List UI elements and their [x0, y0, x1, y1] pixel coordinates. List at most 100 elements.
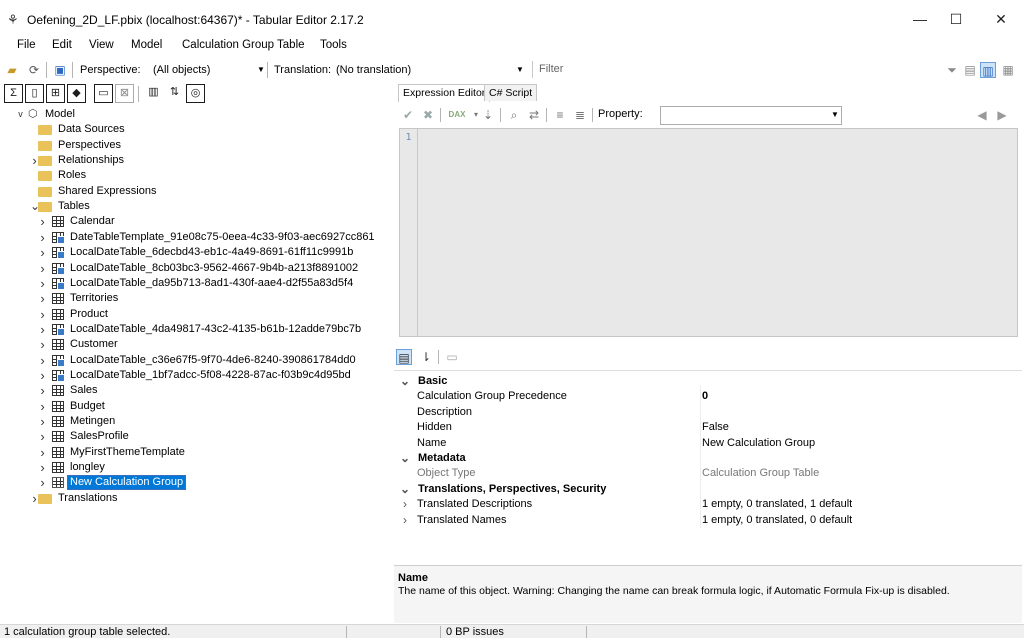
chevron-down-icon[interactable]: ⌄: [400, 374, 410, 389]
chevron-right-icon[interactable]: ›: [38, 460, 47, 475]
tree-node[interactable]: › LocalDateTable_da95b713-8ad1-430f-aae4-…: [0, 276, 390, 291]
forward-icon[interactable]: ▶: [994, 107, 1010, 123]
tree-node[interactable]: › Sales: [0, 383, 390, 398]
maximize-button[interactable]: ☐: [933, 6, 979, 32]
tree-node[interactable]: ⌄ Tables: [0, 199, 390, 214]
display-folder-icon[interactable]: ▭: [94, 84, 113, 103]
chevron-right-icon[interactable]: ›: [38, 445, 47, 460]
tree-node[interactable]: › Calendar: [0, 214, 390, 229]
hidden-objects-icon[interactable]: ⊠: [115, 84, 134, 103]
tree-node[interactable]: › Budget: [0, 399, 390, 414]
open-icon[interactable]: ▰: [4, 62, 20, 78]
tree-node[interactable]: › Customer: [0, 337, 390, 352]
columns-view-icon[interactable]: ▥: [144, 84, 163, 103]
translation-combo[interactable]: (No translation) ▼: [336, 61, 528, 79]
columns-icon[interactable]: ▯: [25, 84, 44, 103]
chevron-right-icon[interactable]: ›: [38, 399, 47, 414]
property-combo[interactable]: ▼: [660, 106, 842, 125]
tab-expression-editor[interactable]: Expression Editor: [398, 84, 491, 102]
tree-node[interactable]: › LocalDateTable_6decbd43-eb1c-4a49-8691-…: [0, 245, 390, 260]
tree-node[interactable]: Perspectives: [0, 138, 390, 153]
sigma-icon[interactable]: Σ: [4, 84, 23, 103]
menu-model[interactable]: Model: [131, 39, 162, 51]
property-row[interactable]: › Translated Descriptions 1 empty, 0 trans…: [394, 497, 1022, 512]
hierarchy-icon[interactable]: ⊞: [46, 84, 65, 103]
chevron-right-icon[interactable]: ›: [38, 230, 47, 245]
property-category[interactable]: ⌄ Translations, Perspectives, Security: [394, 482, 1022, 497]
chevron-right-icon[interactable]: ›: [400, 513, 410, 528]
filter-input[interactable]: Filter: [532, 61, 952, 78]
meta-icon[interactable]: ◎: [186, 84, 205, 103]
chevron-down-icon[interactable]: ⌄: [400, 451, 410, 466]
chevron-down-icon[interactable]: ⌄: [400, 482, 410, 497]
expression-editor[interactable]: 1: [399, 128, 1018, 337]
uncomment-icon[interactable]: ≣: [572, 107, 588, 123]
chevron-right-icon[interactable]: ›: [38, 276, 47, 291]
tree-node[interactable]: › Translations: [0, 491, 390, 506]
close-button[interactable]: ✕: [978, 6, 1024, 32]
property-value[interactable]: 1 empty, 0 translated, 0 default: [702, 513, 852, 528]
perspective-combo[interactable]: (All objects) ▼: [153, 61, 265, 79]
chevron-right-icon[interactable]: ›: [38, 368, 47, 383]
menu-view[interactable]: View: [89, 39, 114, 51]
comment-icon[interactable]: ≡: [552, 107, 568, 123]
categorized-icon[interactable]: ▤: [396, 349, 412, 365]
tree-node[interactable]: Roles: [0, 168, 390, 183]
menu-file[interactable]: File: [17, 39, 36, 51]
alphabetical-icon[interactable]: ⇂: [418, 349, 434, 365]
property-row[interactable]: Description: [394, 405, 1022, 420]
chevron-right-icon[interactable]: ›: [38, 214, 47, 229]
chevron-right-icon[interactable]: ›: [38, 414, 47, 429]
dax-format-icon[interactable]: DAX: [446, 107, 468, 123]
tree-node[interactable]: Shared Expressions: [0, 184, 390, 199]
property-value[interactable]: 1 empty, 0 translated, 1 default: [702, 497, 852, 512]
display-options-icon[interactable]: ▤: [962, 62, 978, 78]
chevron-right-icon[interactable]: ›: [38, 383, 47, 398]
chevron-right-icon[interactable]: ›: [38, 353, 47, 368]
chevron-right-icon[interactable]: ›: [38, 307, 47, 322]
property-value[interactable]: False: [702, 420, 729, 435]
tree-node[interactable]: › DateTableTemplate_91e08c75-0eea-4c33-9f…: [0, 230, 390, 245]
chevron-down-icon[interactable]: v: [16, 107, 25, 122]
list-view-icon[interactable]: ▦: [1000, 62, 1016, 78]
partition-icon[interactable]: ◆: [67, 84, 86, 103]
tree-node[interactable]: › LocalDateTable_1bf7adcc-5f08-4228-87ac-…: [0, 368, 390, 383]
deploy-icon[interactable]: ⇣: [480, 107, 496, 123]
property-row[interactable]: Name New Calculation Group: [394, 436, 1022, 451]
property-row[interactable]: Calculation Group Precedence 0: [394, 389, 1022, 404]
tree-node[interactable]: › MyFirstThemeTemplate: [0, 445, 390, 460]
find-icon[interactable]: ⌕: [506, 107, 522, 123]
tree-node[interactable]: › Territories: [0, 291, 390, 306]
chevron-right-icon[interactable]: ›: [38, 245, 47, 260]
tree-node[interactable]: › LocalDateTable_c36e67f5-9f70-4de6-8240-…: [0, 353, 390, 368]
property-value[interactable]: 0: [702, 389, 708, 404]
chevron-right-icon[interactable]: ›: [400, 497, 410, 512]
property-row[interactable]: › Translated Names 1 empty, 0 translated, …: [394, 513, 1022, 528]
property-category[interactable]: ⌄ Metadata: [394, 451, 1022, 466]
save-icon[interactable]: ▣: [52, 62, 68, 78]
tree-node[interactable]: › Product: [0, 307, 390, 322]
status-bp-issues[interactable]: 0 BP issues: [446, 626, 504, 638]
cancel-icon[interactable]: ✖: [420, 107, 436, 123]
chevron-right-icon[interactable]: ›: [38, 261, 47, 276]
tree-node[interactable]: › New Calculation Group: [0, 475, 390, 490]
accept-icon[interactable]: ✔: [400, 107, 416, 123]
chevron-right-icon[interactable]: ›: [38, 337, 47, 352]
replace-icon[interactable]: ⇄: [526, 107, 542, 123]
sort-icon[interactable]: ⇅: [165, 84, 184, 103]
tree-node[interactable]: › Relationships: [0, 153, 390, 168]
property-category[interactable]: ⌄ Basic: [394, 374, 1022, 389]
property-row[interactable]: Hidden False: [394, 420, 1022, 435]
tree-node[interactable]: › LocalDateTable_4da49817-43c2-4135-b61b-…: [0, 322, 390, 337]
chevron-right-icon[interactable]: ›: [38, 475, 47, 490]
refresh-icon[interactable]: ⟳: [26, 62, 42, 78]
property-value[interactable]: Calculation Group Table: [702, 466, 819, 481]
tree-node[interactable]: › LocalDateTable_8cb03bc3-9562-4667-9b4b-…: [0, 261, 390, 276]
tree-node[interactable]: › SalesProfile: [0, 429, 390, 444]
show-details-icon[interactable]: ▥: [980, 62, 996, 78]
tree-node-model[interactable]: v ⬡ Model: [0, 107, 300, 122]
tab-csharp-script[interactable]: C# Script: [484, 84, 538, 101]
chevron-right-icon[interactable]: ›: [38, 322, 47, 337]
menu-edit[interactable]: Edit: [52, 39, 72, 51]
menu-tools[interactable]: Tools: [320, 39, 347, 51]
